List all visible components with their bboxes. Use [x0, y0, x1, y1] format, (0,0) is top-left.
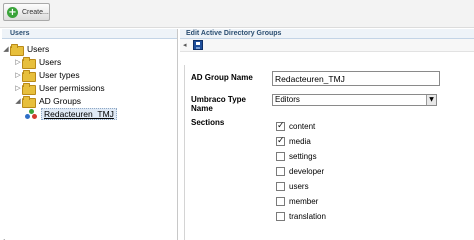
- tree-node-label: AD Groups: [39, 95, 82, 106]
- folder-icon: [22, 82, 36, 95]
- tree-node-redacteuren-tmj[interactable]: Redacteuren_TMJ: [25, 107, 117, 120]
- users-tree-panel: Users ◢ Users ▷ Users ▷ User types ▷ Use…: [2, 29, 178, 240]
- tree-node-ad-groups[interactable]: ◢ AD Groups: [14, 94, 82, 108]
- tree-node-label: Redacteuren_TMJ: [41, 107, 117, 120]
- edit-panel-title: Edit Active Directory Groups: [180, 29, 474, 39]
- section-checkbox-content[interactable]: content: [276, 121, 315, 132]
- create-button-label: Create...: [22, 8, 49, 16]
- tree-node-users[interactable]: ▷ Users: [14, 55, 62, 69]
- plus-circle-icon: +: [7, 6, 18, 18]
- folder-icon: [22, 69, 36, 82]
- expand-arrow-icon[interactable]: ▷: [14, 84, 22, 92]
- checkbox[interactable]: [276, 212, 285, 221]
- checkbox[interactable]: [276, 182, 285, 191]
- top-toolbar: + Create...: [0, 0, 474, 28]
- user-group-icon: [25, 108, 38, 119]
- folder-icon: [22, 95, 36, 108]
- section-checkbox-users[interactable]: users: [276, 181, 309, 192]
- folder-icon: [22, 56, 36, 69]
- back-arrow-icon[interactable]: ◂: [183, 41, 187, 49]
- chevron-down-icon[interactable]: ▼: [426, 95, 436, 105]
- umbraco-type-select[interactable]: Editors ▼: [272, 94, 437, 106]
- tree-node-user-permissions[interactable]: ▷ User permissions: [14, 81, 105, 95]
- group-name-label: AD Group Name: [191, 73, 253, 82]
- create-button[interactable]: + Create...: [3, 3, 50, 21]
- folder-icon: [10, 43, 24, 56]
- section-label: content: [289, 122, 316, 131]
- floppy-disk-icon[interactable]: [192, 40, 203, 50]
- checkbox[interactable]: [276, 136, 285, 146]
- group-name-input[interactable]: [272, 71, 440, 86]
- collapse-arrow-icon[interactable]: ◢: [2, 45, 10, 53]
- tree-node-label: Users: [27, 43, 50, 54]
- tree-node-label: User permissions: [39, 82, 105, 93]
- ad-group-form: AD Group Name Umbraco Type Name Editors …: [184, 65, 470, 240]
- checkbox[interactable]: [276, 121, 285, 131]
- type-name-label: Umbraco Type Name: [191, 95, 246, 113]
- expand-arrow-icon[interactable]: ▷: [14, 58, 22, 66]
- checkbox[interactable]: [276, 152, 285, 161]
- checkbox[interactable]: [276, 167, 285, 176]
- section-label: users: [289, 182, 309, 191]
- checkbox[interactable]: [276, 197, 285, 206]
- tree-panel-title: Users: [2, 29, 177, 39]
- section-checkbox-member[interactable]: member: [276, 196, 318, 207]
- edit-panel: Edit Active Directory Groups ◂ AD Group …: [180, 29, 474, 240]
- section-label: translation: [289, 212, 326, 221]
- section-label: developer: [289, 167, 325, 176]
- expand-arrow-icon[interactable]: ▷: [14, 71, 22, 79]
- umbraco-type-selected-value: Editors: [275, 95, 300, 104]
- section-label: media: [289, 137, 311, 146]
- edit-toolbar: ◂: [180, 39, 474, 52]
- tree-node-users-root[interactable]: ◢ Users: [2, 42, 50, 56]
- tree-node-label: User types: [39, 69, 80, 80]
- sections-label: Sections: [191, 118, 225, 127]
- section-checkbox-translation[interactable]: translation: [276, 211, 326, 222]
- section-checkbox-developer[interactable]: developer: [276, 166, 324, 177]
- section-label: member: [289, 197, 319, 206]
- collapse-arrow-icon[interactable]: ◢: [14, 97, 22, 105]
- section-checkbox-settings[interactable]: settings: [276, 151, 317, 162]
- tree-node-user-types[interactable]: ▷ User types: [14, 68, 80, 82]
- section-label: settings: [289, 152, 317, 161]
- section-checkbox-media[interactable]: media: [276, 136, 311, 147]
- tree-node-label: Users: [39, 56, 62, 67]
